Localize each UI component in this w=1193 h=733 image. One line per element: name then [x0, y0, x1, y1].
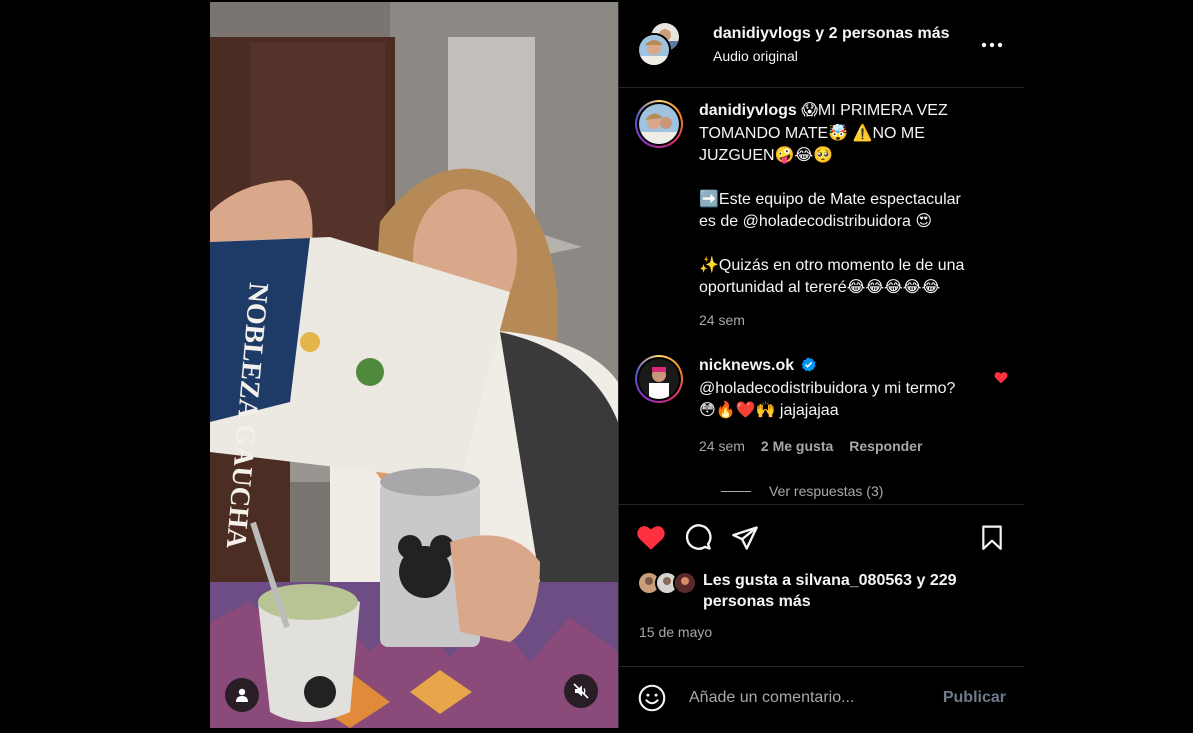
caption-username[interactable]: danidiyvlogs: [699, 102, 797, 119]
bookmark-icon: [982, 525, 1002, 550]
caption-line: TOMANDO MATE🤯 ⚠️NO ME: [699, 124, 925, 142]
avatar: [639, 359, 679, 399]
comment-text-line: 😳🔥❤️🙌 jajajajaa: [699, 402, 839, 419]
save-button[interactable]: [976, 522, 1008, 554]
heart-filled-icon: [637, 526, 665, 550]
caption-line: es de @holadecodistribuidora 😍: [699, 213, 933, 230]
comment-button[interactable]: [682, 522, 714, 554]
comment-like-heart-icon[interactable]: [994, 371, 1008, 384]
post-header: danidiyvlogs y 2 personas más Audio orig…: [619, 2, 1024, 88]
caption-line: ➡️Este equipo de Mate espectacular: [699, 190, 961, 208]
author-username[interactable]: danidiyvlogs: [713, 25, 811, 42]
story-ring[interactable]: [635, 100, 683, 148]
video-frame: NOBLEZA GAUCHA: [210, 2, 618, 728]
comment-input[interactable]: [689, 688, 943, 707]
share-button[interactable]: [729, 522, 761, 554]
comment-timestamp[interactable]: 24 sem: [699, 435, 745, 458]
emoji-picker-button[interactable]: [637, 683, 667, 713]
comment-username[interactable]: nicknews.ok: [699, 357, 794, 374]
coauthor-avatars[interactable]: [637, 20, 685, 69]
post-video[interactable]: NOBLEZA GAUCHA: [210, 2, 618, 728]
audio-link[interactable]: Audio original: [713, 46, 978, 66]
comment-likes-count[interactable]: 2 Me gusta: [761, 435, 833, 458]
more-options-button[interactable]: [978, 31, 1006, 59]
caption-line: ✨Quizás en otro momento le de una: [699, 256, 965, 274]
publish-button[interactable]: Publicar: [943, 689, 1006, 707]
caption-line: oportunidad al tereré😂😂😂😂😂: [699, 279, 941, 296]
verified-badge-icon: [801, 357, 816, 372]
speaker-muted-icon: [573, 683, 589, 699]
post-side-panel: danidiyvlogs y 2 personas más Audio orig…: [618, 2, 1024, 728]
instagram-post-modal: NOBLEZA GAUCHA danidiyvlogs y 2 personas…: [210, 2, 1024, 728]
paper-plane-icon: [732, 525, 758, 550]
comment-item: nicknews.ok @holadecodistribuidora y mi …: [635, 355, 1008, 457]
user-icon: [236, 688, 248, 702]
avatar: [639, 104, 679, 144]
post-date[interactable]: 15 de mayo: [619, 612, 1024, 640]
like-button[interactable]: [635, 522, 667, 554]
tagged-users-button[interactable]: [225, 678, 259, 712]
comment-text-line: @holadecodistribuidora y mi termo?: [699, 379, 956, 397]
caption: danidiyvlogs 😱MI PRIMERA VEZ TOMANDO MAT…: [635, 100, 1008, 331]
likes-prefix: Les gusta a: [703, 572, 792, 589]
mute-button[interactable]: [564, 674, 598, 708]
action-bar: [619, 504, 1024, 570]
likers-avatars[interactable]: [637, 571, 697, 599]
caption-line: JUZGUEN🤪😂🥺: [699, 147, 834, 164]
liker-username[interactable]: silvana_080563: [795, 572, 912, 589]
view-replies-button[interactable]: Ver respuestas (3): [721, 483, 1008, 499]
caption-timestamp[interactable]: 24 sem: [699, 309, 745, 332]
reply-button[interactable]: Responder: [849, 435, 922, 458]
caption-line: 😱MI PRIMERA VEZ: [801, 102, 948, 119]
avatar: [673, 571, 697, 595]
coauthors-link[interactable]: y 2 personas más: [815, 25, 949, 42]
speech-bubble-icon: [685, 523, 712, 550]
likes-summary: Les gusta a silvana_080563 y 229 persona…: [619, 570, 1024, 612]
comment-composer: Publicar: [619, 666, 1024, 728]
divider-line: [721, 490, 751, 492]
comments-section: danidiyvlogs 😱MI PRIMERA VEZ TOMANDO MAT…: [619, 88, 1024, 504]
ellipsis-icon: [981, 42, 1003, 47]
avatar: [637, 32, 671, 67]
smiley-face-icon: [638, 684, 666, 711]
view-replies-label: Ver respuestas (3): [769, 483, 884, 499]
story-ring[interactable]: [635, 355, 683, 403]
